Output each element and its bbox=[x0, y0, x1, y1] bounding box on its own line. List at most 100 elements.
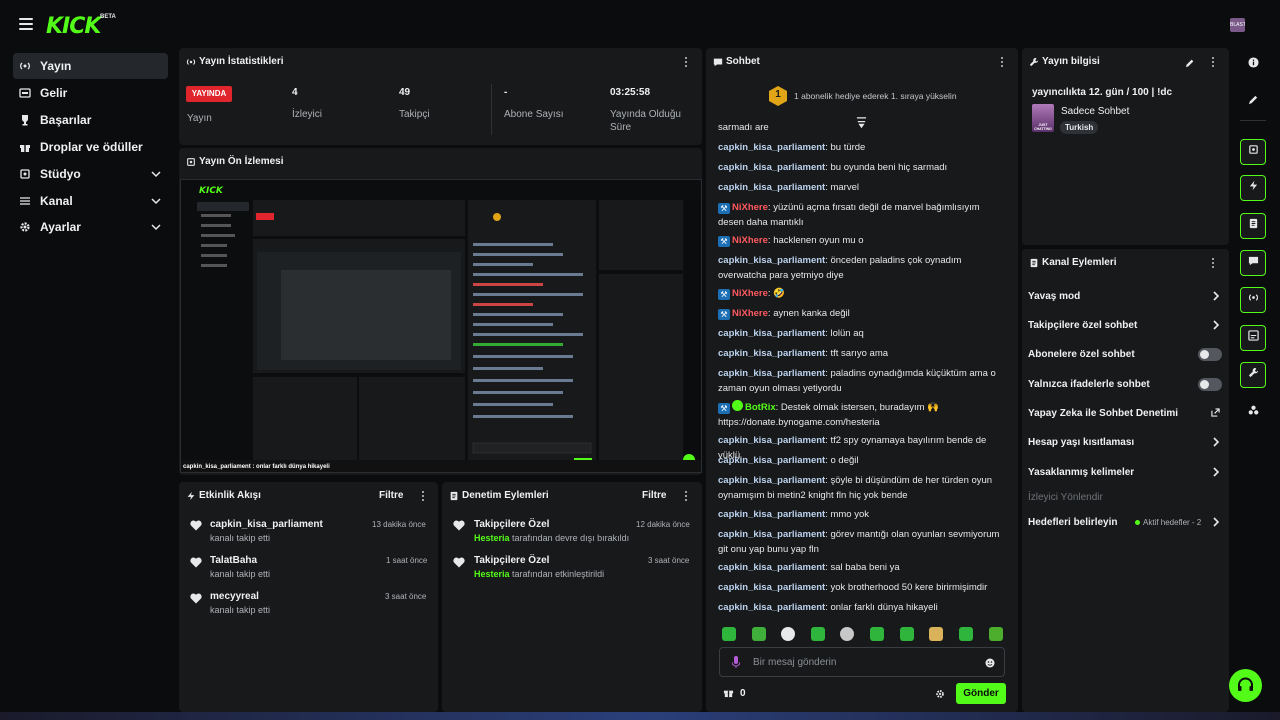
emotes-only-item[interactable]: Yalnızca ifadelerle sohbet bbox=[1028, 376, 1224, 392]
pencil-icon[interactable] bbox=[1244, 93, 1262, 111]
chat-username[interactable]: capkin_kisa_parliament bbox=[718, 562, 825, 573]
moderation-time: 3 saat önce bbox=[648, 556, 690, 565]
chevron-down-icon bbox=[150, 195, 162, 207]
chat-input-box[interactable]: Bir mesaj gönderin bbox=[719, 647, 1005, 677]
panel-title: Denetim Eylemleri bbox=[462, 490, 549, 501]
broadcast-icon[interactable] bbox=[1240, 287, 1266, 313]
emote-icon[interactable] bbox=[752, 627, 766, 641]
emotes-only-toggle[interactable] bbox=[1198, 378, 1222, 391]
sidebar-item-label: Gelir bbox=[40, 86, 68, 100]
kick-logo[interactable]: KICK bbox=[46, 14, 101, 39]
chat-username[interactable]: capkin_kisa_parliament bbox=[718, 348, 825, 359]
language-tag[interactable]: Turkish bbox=[1060, 121, 1099, 134]
more-options-icon[interactable] bbox=[1001, 57, 1004, 67]
preview-icon bbox=[186, 157, 196, 167]
chat-username[interactable]: capkin_kisa_parliament bbox=[718, 602, 825, 613]
emote-icon[interactable] bbox=[722, 627, 736, 641]
help-support-button[interactable] bbox=[1229, 669, 1262, 702]
chat-username[interactable]: NiXhere bbox=[732, 308, 768, 319]
sidebar-item-ayarlar[interactable]: Ayarlar bbox=[13, 214, 168, 240]
chat-username[interactable]: capkin_kisa_parliament bbox=[718, 582, 825, 593]
preview-icon[interactable] bbox=[1240, 139, 1266, 165]
chat-username[interactable]: capkin_kisa_parliament bbox=[718, 142, 825, 153]
chat-username[interactable]: BotRix bbox=[745, 402, 776, 413]
info-icon[interactable] bbox=[1244, 56, 1262, 74]
send-button[interactable]: Gönder bbox=[956, 683, 1006, 704]
subscribers-only-item[interactable]: Abonelere özel sohbet bbox=[1028, 346, 1224, 362]
chat-text: mmo yok bbox=[830, 509, 870, 520]
panel-title: Yayın bilgisi bbox=[1042, 56, 1100, 67]
raid-item: İzleyici Yönlendir bbox=[1028, 489, 1224, 505]
ai-moderation-item[interactable]: Yapay Zeka ile Sohbet Denetimi bbox=[1028, 405, 1224, 421]
gear-icon bbox=[19, 221, 31, 233]
emoji-icon[interactable] bbox=[985, 657, 995, 668]
panel-header: Etkinlik Akışı Filtre bbox=[179, 482, 438, 510]
chat-username[interactable]: capkin_kisa_parliament bbox=[718, 255, 825, 266]
emote-icon[interactable] bbox=[840, 627, 854, 641]
goals-item[interactable]: Hedefleri belirleyin Aktif hedefler - 2 bbox=[1028, 514, 1224, 530]
chat-username[interactable]: capkin_kisa_parliament bbox=[718, 529, 825, 540]
chat-username[interactable]: capkin_kisa_parliament bbox=[718, 475, 825, 486]
chevron-right-icon bbox=[1213, 291, 1220, 301]
chevron-right-icon bbox=[1213, 517, 1220, 527]
user-avatar[interactable]: BLAST bbox=[1230, 18, 1245, 32]
wrench-icon[interactable] bbox=[1240, 362, 1266, 388]
chat-username[interactable]: NiXhere bbox=[732, 288, 768, 299]
chat-username[interactable]: capkin_kisa_parliament bbox=[718, 328, 825, 339]
moderator-badge-icon: ⚒ bbox=[718, 203, 730, 214]
hamburger-menu-icon[interactable] bbox=[19, 18, 33, 30]
moderation-icon[interactable] bbox=[1240, 325, 1266, 351]
chat-username[interactable]: capkin_kisa_parliament bbox=[718, 435, 825, 446]
more-options-icon[interactable] bbox=[422, 491, 425, 501]
more-options-icon[interactable] bbox=[1212, 258, 1215, 268]
chat-username[interactable]: NiXhere bbox=[732, 235, 768, 246]
points-icon[interactable] bbox=[723, 687, 734, 698]
emote-icon[interactable] bbox=[959, 627, 973, 641]
sidebar-item-droplar[interactable]: Droplar ve ödüller bbox=[13, 134, 168, 160]
emote-icon[interactable] bbox=[929, 627, 943, 641]
filter-button[interactable]: Filtre bbox=[642, 490, 666, 501]
chat-username[interactable]: capkin_kisa_parliament bbox=[718, 455, 825, 466]
more-options-icon[interactable] bbox=[1212, 57, 1215, 67]
emote-icon[interactable] bbox=[989, 627, 1003, 641]
chat-username[interactable]: capkin_kisa_parliament bbox=[718, 182, 825, 193]
chat-username[interactable]: capkin_kisa_parliament bbox=[718, 368, 825, 379]
sidebar-item-studyo[interactable]: Stüdyo bbox=[13, 161, 168, 187]
banned-words-item[interactable]: Yasaklanmış kelimeler bbox=[1028, 464, 1224, 480]
subscribers-only-toggle[interactable] bbox=[1198, 348, 1222, 361]
pencil-icon[interactable] bbox=[1185, 57, 1195, 68]
nodes-icon[interactable] bbox=[1244, 404, 1262, 422]
chevron-right-icon bbox=[1213, 467, 1220, 477]
panel-title: Yayın Ön İzlemesi bbox=[199, 156, 284, 167]
stream-preview-video[interactable]: KICK capkin_kisa_parliament : onlar fark… bbox=[180, 179, 702, 473]
lightning-icon[interactable] bbox=[1240, 175, 1266, 201]
sidebar-item-kanal[interactable]: Kanal bbox=[13, 188, 168, 214]
chat-message: capkin_kisa_parliament: görev mantığı ol… bbox=[718, 529, 1000, 555]
chat-username[interactable]: NiXhere bbox=[732, 202, 768, 213]
document-icon[interactable] bbox=[1240, 213, 1266, 239]
chat-icon[interactable] bbox=[1240, 250, 1266, 276]
chat-username[interactable]: capkin_kisa_parliament bbox=[718, 162, 825, 173]
category-thumbnail[interactable]: JUST CHATTING bbox=[1032, 104, 1054, 132]
category-name[interactable]: Sadece Sohbet bbox=[1061, 106, 1129, 117]
sidebar-item-yayin[interactable]: Yayın bbox=[13, 53, 168, 79]
sidebar-item-gelir[interactable]: Gelir bbox=[13, 80, 168, 106]
heart-icon bbox=[190, 593, 202, 604]
account-age-item[interactable]: Hesap yaşı kısıtlaması bbox=[1028, 434, 1224, 450]
sidebar-item-basarilar[interactable]: Başarılar bbox=[13, 107, 168, 133]
more-options-icon[interactable] bbox=[685, 491, 688, 501]
chat-settings-gear-icon[interactable] bbox=[935, 688, 945, 698]
emote-icon[interactable] bbox=[870, 627, 884, 641]
microphone-icon[interactable] bbox=[731, 656, 741, 668]
chat-username[interactable]: capkin_kisa_parliament bbox=[718, 509, 825, 520]
more-options-icon[interactable] bbox=[685, 57, 688, 67]
followers-only-item[interactable]: Takipçilere özel sohbet bbox=[1028, 317, 1224, 333]
emote-icon[interactable] bbox=[781, 627, 795, 641]
emote-icon[interactable] bbox=[811, 627, 825, 641]
emote-icon[interactable] bbox=[900, 627, 914, 641]
slow-mode-item[interactable]: Yavaş mod bbox=[1028, 288, 1224, 304]
sidebar-item-label: Kanal bbox=[40, 194, 73, 208]
filter-button[interactable]: Filtre bbox=[379, 490, 403, 501]
chat-message: ⚒ BotRix: Destek olmak istersen, buradayı… bbox=[718, 400, 939, 428]
chat-message: capkin_kisa_parliament: paladins oynadığ… bbox=[718, 368, 996, 394]
